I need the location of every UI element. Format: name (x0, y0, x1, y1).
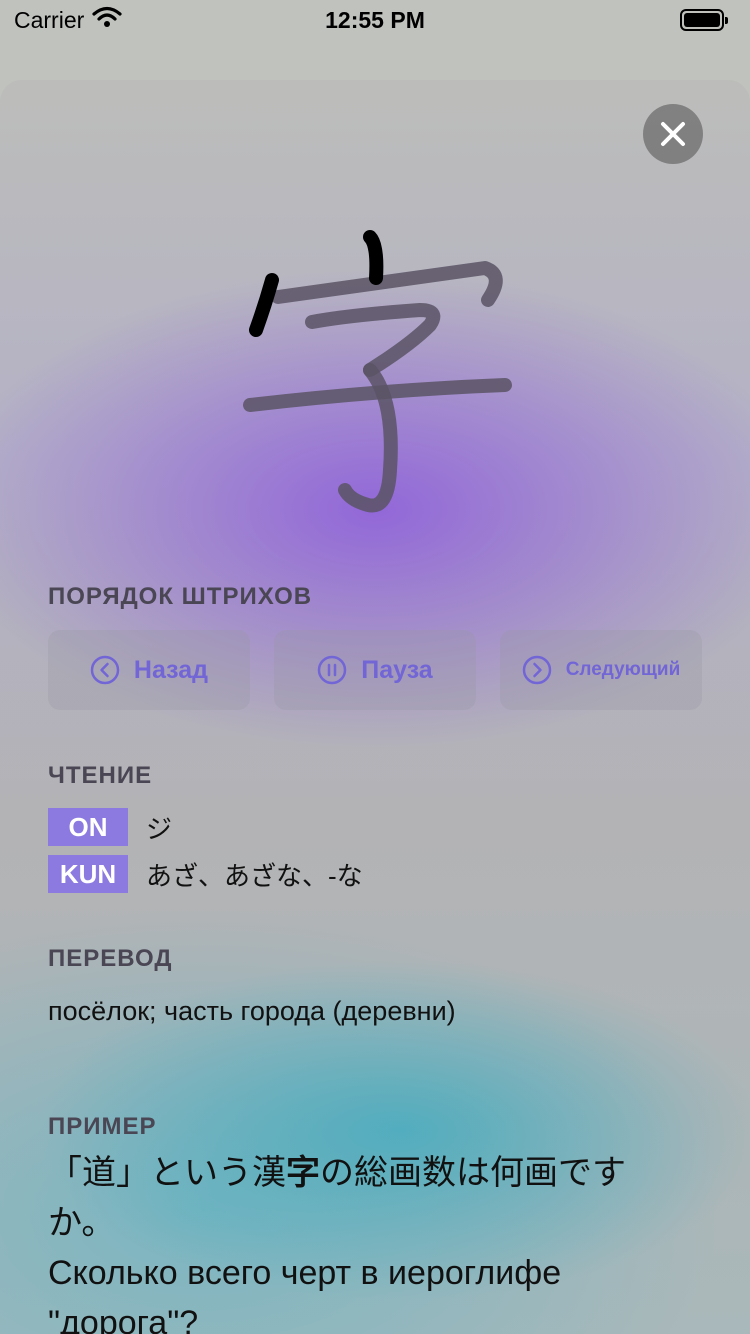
next-label: Следующий (565, 659, 681, 680)
back-button[interactable]: Назад (48, 630, 250, 710)
kun-badge: KUN (48, 855, 128, 893)
wifi-icon (92, 6, 122, 34)
example-russian: Сколько всего черт в иероглифе "дорога"? (48, 1254, 562, 1334)
carrier-label: Carrier (14, 6, 85, 33)
kun-reading-value: あざ、あざな、-な (146, 860, 363, 891)
stroke-pending (271, 261, 503, 307)
stroke-done (249, 273, 279, 337)
close-icon (661, 122, 685, 146)
status-left: Carrier (14, 6, 122, 34)
on-badge: ON (48, 808, 128, 846)
example-title: ПРИМЕР (48, 1113, 157, 1140)
stroke-pending (305, 303, 441, 377)
example-text: 「道」という漢字の総画数は何画ですか。 Сколько всего черт в… (48, 1148, 688, 1334)
pause-button[interactable]: Пауза (274, 630, 476, 710)
on-reading-value: ジ (146, 813, 173, 844)
status-bar: Carrier 12:55 PM (0, 0, 750, 40)
battery-icon (680, 9, 728, 31)
back-label: Назад (133, 655, 209, 684)
next-button[interactable]: Следующий (500, 630, 702, 710)
kanji-detail-sheet: ПОРЯДОК ШТРИХОВ Назад Пауза Следующий ЧТ… (0, 80, 750, 1334)
example-highlight: 字 (286, 1154, 320, 1192)
reading-title: ЧТЕНИЕ (48, 762, 153, 789)
stroke-order-title: ПОРЯДОК ШТРИХОВ (48, 583, 313, 610)
chevron-left-circle-icon (90, 655, 120, 685)
kanji-stroke-animation (243, 230, 512, 513)
chevron-right-circle-icon (522, 655, 551, 685)
close-button[interactable] (643, 104, 703, 164)
on-reading-row: ON ジ (48, 808, 172, 846)
translation-title: ПЕРЕВОД (48, 945, 173, 972)
example-japanese: 「道」という漢字の総画数は何画ですか。 (48, 1154, 626, 1242)
kun-reading-row: KUN あざ、あざな、-な (48, 855, 363, 893)
translation-text: посёлок; часть города (деревни) (48, 996, 456, 1026)
pause-circle-icon (318, 655, 347, 685)
stroke-done (363, 230, 384, 285)
pause-label: Пауза (361, 655, 433, 684)
